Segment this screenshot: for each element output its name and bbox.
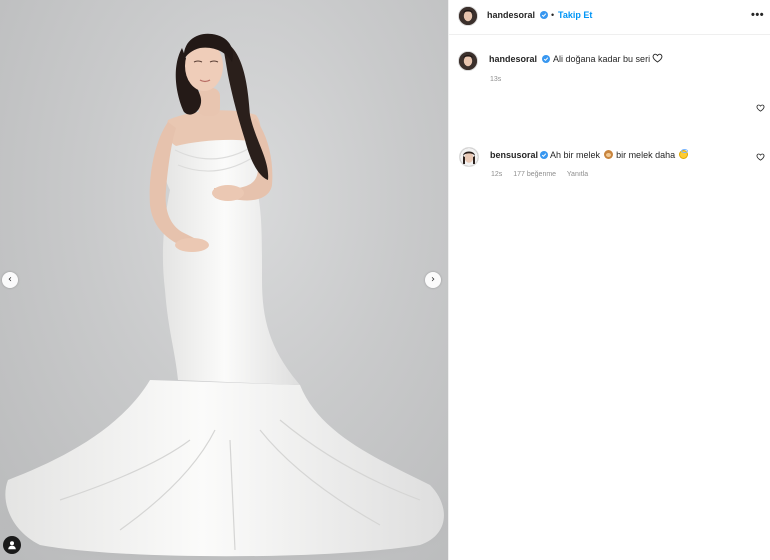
comment-text: Ah bir melek bir melek daha (550, 149, 689, 160)
caption-avatar-image (459, 52, 477, 70)
caption-username[interactable]: handesoral (489, 54, 537, 64)
comment-avatar[interactable] (459, 147, 479, 167)
author-avatar[interactable] (458, 6, 478, 26)
header-separator: • (551, 10, 555, 20)
comment-text-part1: Ah bir melek (550, 150, 601, 160)
author-username[interactable]: handesoral (487, 10, 535, 20)
carousel-next-button[interactable]: › (425, 272, 441, 288)
caption-like-button-heart-icon[interactable] (756, 104, 765, 112)
caption-text: Ali doğana kadar bu seri (553, 54, 651, 64)
caption-time: 13s (490, 76, 502, 83)
comment-avatar-image (460, 148, 478, 166)
author-avatar-image (459, 7, 477, 25)
carousel-prev-button[interactable]: ‹ (2, 272, 18, 288)
chevron-left-icon: ‹ (8, 274, 12, 285)
verified-badge-icon (540, 11, 548, 19)
header-divider (449, 34, 770, 35)
comment-reply-button[interactable]: Yanıtla (567, 171, 588, 178)
comment-like-button-heart-icon[interactable] (756, 153, 765, 161)
comment-likes-count[interactable]: 177 beğenme (513, 171, 556, 178)
post-side-panel: handesoral • Takip Et ••• handesoral Ali… (449, 0, 770, 560)
comment-meta: 12s 177 beğenme Yanıtla (491, 171, 597, 178)
user-tag-icon (8, 541, 16, 550)
caption-avatar[interactable] (458, 51, 478, 71)
comment-verified-badge-icon (540, 151, 548, 159)
tagged-users-button[interactable] (3, 536, 21, 554)
caption-heart-icon (652, 53, 663, 63)
maternity-photo-image (0, 33, 448, 560)
more-options-icon[interactable]: ••• (751, 9, 764, 21)
comment-time: 12s (491, 171, 503, 178)
comment-text-part2: bir melek daha (616, 150, 676, 160)
monkey-emoji-icon (603, 150, 613, 159)
post-photo: ‹ › (0, 0, 448, 560)
chevron-right-icon: › (431, 274, 435, 285)
follow-button[interactable]: Takip Et (558, 10, 592, 20)
comment-username[interactable]: bensusoral (490, 150, 538, 160)
caption-verified-badge-icon (542, 55, 550, 63)
angel-emoji-icon (678, 149, 688, 159)
caption-meta: 13s (490, 76, 510, 83)
